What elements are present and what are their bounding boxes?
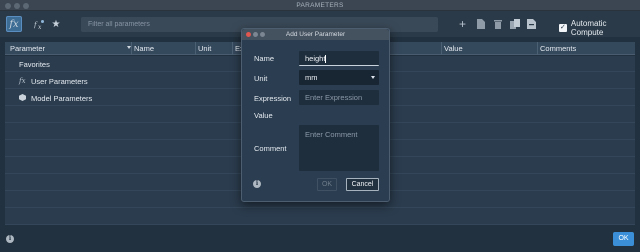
unit-value: mm bbox=[305, 73, 318, 82]
dialog-cancel-button[interactable]: Cancel bbox=[346, 178, 379, 191]
column-header-parameter[interactable]: Parameter bbox=[10, 44, 45, 53]
import-icon[interactable] bbox=[526, 18, 537, 29]
doc-icon[interactable] bbox=[475, 18, 486, 29]
dialog-ok-button[interactable]: OK bbox=[317, 178, 337, 191]
svg-text:x: x bbox=[38, 24, 42, 30]
table-row bbox=[5, 209, 635, 225]
comment-placeholder: Enter Comment bbox=[305, 130, 358, 139]
column-divider[interactable] bbox=[441, 42, 442, 55]
user-fx-icon[interactable]: fx bbox=[31, 16, 47, 32]
automatic-compute-toggle[interactable]: ✓ Automatic Compute bbox=[559, 19, 640, 37]
column-header-value[interactable]: Value bbox=[444, 44, 463, 53]
column-divider[interactable] bbox=[131, 42, 132, 55]
dialog-titlebar: Add User Parameter bbox=[242, 29, 389, 40]
expression-placeholder: Enter Expression bbox=[305, 93, 363, 102]
export-icon[interactable] bbox=[509, 18, 520, 29]
window-titlebar: PARAMETERS bbox=[0, 0, 640, 11]
checkbox-checked-icon[interactable]: ✓ bbox=[559, 24, 567, 32]
unit-select[interactable]: mm bbox=[299, 70, 379, 85]
add-icon[interactable]: + bbox=[457, 17, 468, 31]
add-user-parameter-dialog: Add User Parameter Name height Unit mm E… bbox=[241, 28, 390, 202]
column-divider[interactable] bbox=[537, 42, 538, 55]
main-ok-button[interactable]: OK bbox=[613, 232, 634, 246]
row-label: Model Parameters bbox=[31, 94, 93, 103]
column-header-name[interactable]: Name bbox=[134, 44, 154, 53]
name-field[interactable]: height bbox=[299, 51, 379, 66]
column-header-comments[interactable]: Comments bbox=[540, 44, 576, 53]
info-icon[interactable]: i bbox=[253, 180, 261, 188]
comment-label: Comment bbox=[254, 144, 287, 153]
column-divider[interactable] bbox=[232, 42, 233, 55]
dialog-title: Add User Parameter bbox=[285, 31, 346, 38]
automatic-compute-label: Automatic Compute bbox=[570, 19, 607, 37]
chevron-down-icon bbox=[371, 76, 375, 79]
column-divider[interactable] bbox=[195, 42, 196, 55]
star-icon[interactable]: ★ bbox=[48, 16, 64, 32]
name-value: height bbox=[305, 54, 326, 63]
row-label: User Parameters bbox=[31, 77, 88, 86]
comment-textarea[interactable]: Enter Comment bbox=[299, 125, 379, 171]
value-label: Value bbox=[254, 111, 273, 120]
fx-icon: fx bbox=[19, 77, 26, 85]
bottom-bar bbox=[0, 228, 640, 252]
name-label: Name bbox=[254, 54, 275, 63]
trash-icon[interactable] bbox=[492, 18, 503, 29]
cube-icon bbox=[19, 94, 26, 103]
expression-field[interactable]: Enter Expression bbox=[299, 90, 379, 105]
unit-label: Unit bbox=[254, 74, 268, 83]
window-title: PARAMETERS bbox=[296, 2, 344, 9]
fx-icon[interactable]: fx bbox=[6, 16, 22, 32]
text-cursor bbox=[325, 55, 327, 64]
info-icon[interactable]: i bbox=[6, 235, 14, 243]
column-header-unit[interactable]: Unit bbox=[198, 44, 211, 53]
expression-label: Expression bbox=[254, 94, 292, 103]
row-label: Favorites bbox=[19, 60, 50, 69]
